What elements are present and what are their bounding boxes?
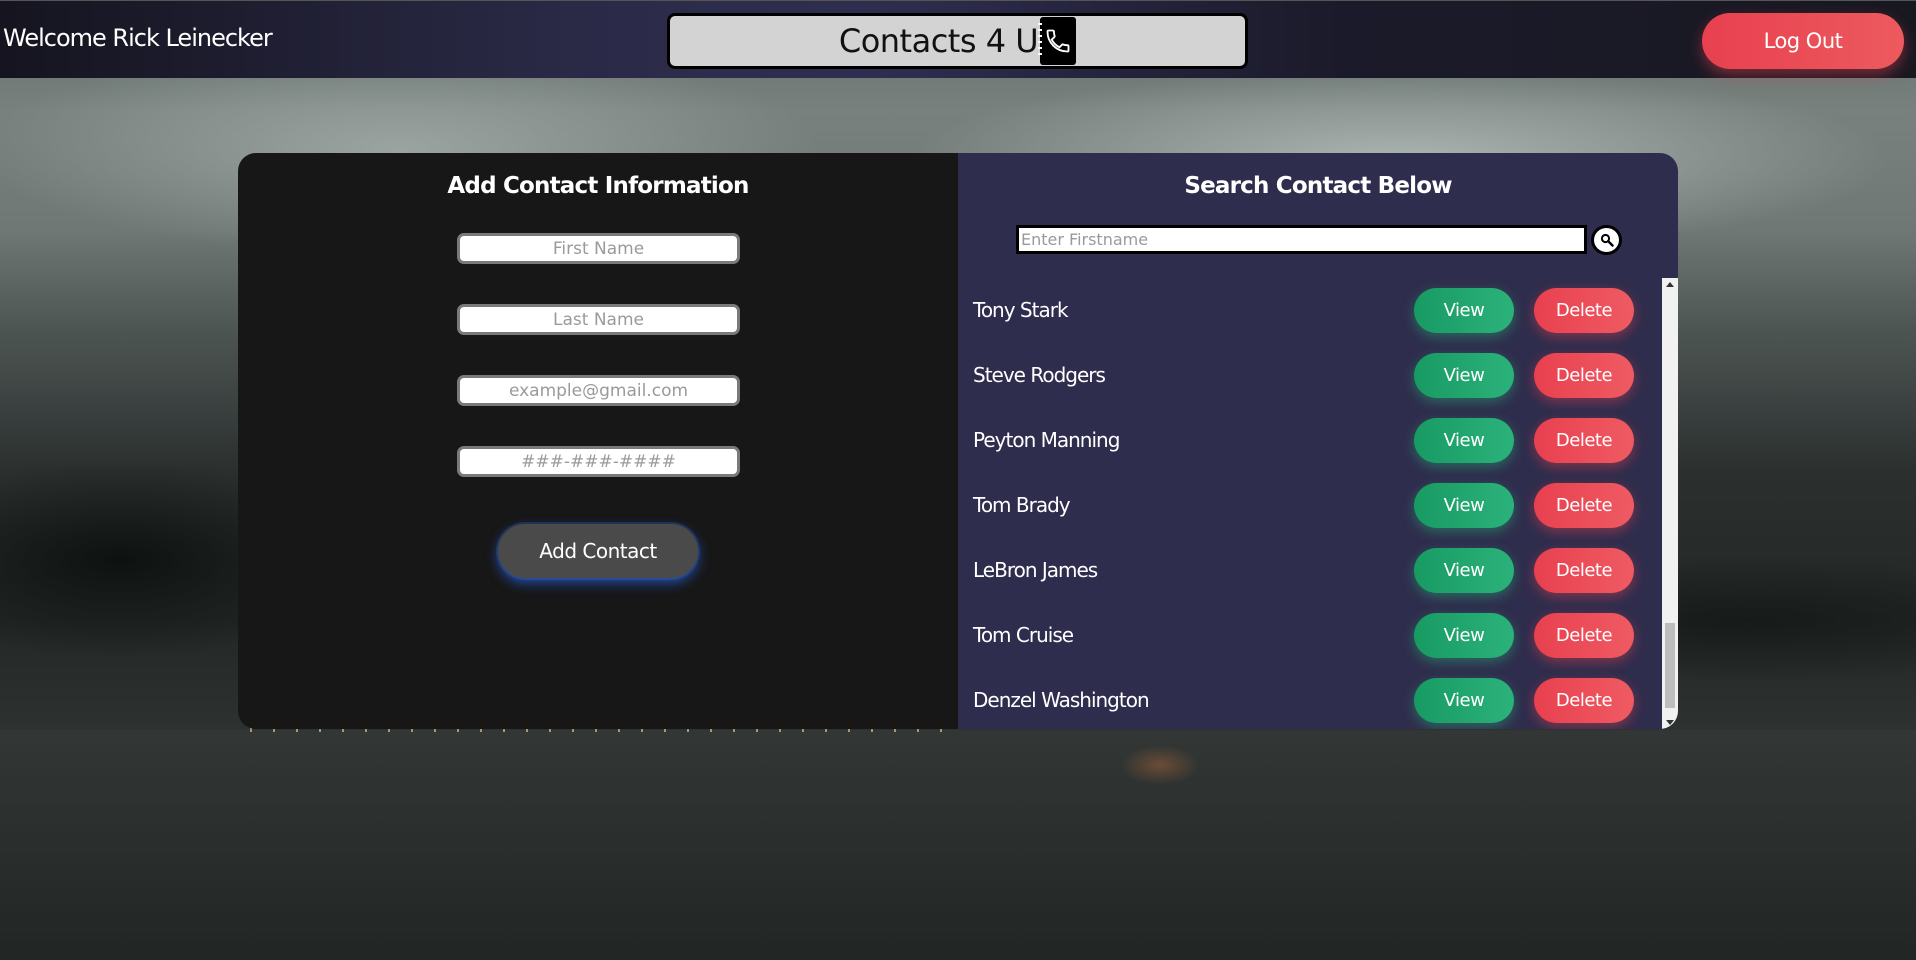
contact-name: Tom Cruise — [973, 623, 1074, 647]
contact-row: Peyton Manning View Delete — [958, 416, 1658, 464]
search-input[interactable] — [1016, 225, 1587, 254]
contact-name: LeBron James — [973, 558, 1098, 582]
delete-button[interactable]: Delete — [1534, 678, 1634, 723]
contacts-card: Add Contact Information Add Contact Sear… — [238, 153, 1678, 729]
phone-book-icon — [1038, 17, 1077, 65]
add-contact-button[interactable]: Add Contact — [498, 524, 698, 578]
contact-name: Denzel Washington — [973, 688, 1150, 712]
search-contact-title: Search Contact Below — [1184, 173, 1452, 199]
delete-button[interactable]: Delete — [1534, 613, 1634, 658]
background-light-reflection — [1120, 745, 1200, 785]
scroll-thumb[interactable] — [1665, 623, 1675, 708]
scroll-down-arrow-icon[interactable] — [1666, 720, 1674, 725]
view-button[interactable]: View — [1414, 613, 1514, 658]
contact-name: Peyton Manning — [973, 428, 1120, 452]
welcome-text: Welcome Rick Leinecker — [3, 24, 273, 52]
contact-row: Tom Cruise View Delete — [958, 611, 1658, 659]
view-button[interactable]: View — [1414, 678, 1514, 723]
view-button[interactable]: View — [1414, 548, 1514, 593]
last-name-field[interactable] — [457, 304, 740, 335]
brand-logo: Contacts 4 U — [667, 13, 1248, 69]
view-button[interactable]: View — [1414, 288, 1514, 333]
add-contact-panel: Add Contact Information Add Contact — [238, 153, 958, 729]
magnifier-icon — [1600, 233, 1614, 247]
contact-list-scrollbar[interactable] — [1662, 278, 1678, 729]
scroll-up-arrow-icon[interactable] — [1666, 282, 1674, 287]
top-bar: Welcome Rick Leinecker Contacts 4 U Log … — [0, 0, 1916, 78]
view-button[interactable]: View — [1414, 418, 1514, 463]
delete-button[interactable]: Delete — [1534, 418, 1634, 463]
search-contact-panel: Search Contact Below Tony Stark View Del… — [958, 153, 1678, 729]
brand-title: Contacts 4 U — [838, 22, 1039, 60]
view-button[interactable]: View — [1414, 483, 1514, 528]
delete-button[interactable]: Delete — [1534, 548, 1634, 593]
contact-row: Steve Rodgers View Delete — [958, 351, 1658, 399]
phone-field[interactable] — [457, 446, 740, 477]
contact-row: LeBron James View Delete — [958, 546, 1658, 594]
contact-list[interactable]: Tony Stark View Delete Steve Rodgers Vie… — [958, 278, 1678, 729]
delete-button[interactable]: Delete — [1534, 483, 1634, 528]
contact-row: Denzel Washington View Delete — [958, 676, 1658, 724]
contact-name: Tony Stark — [973, 298, 1069, 322]
background-lake — [0, 730, 1916, 960]
delete-button[interactable]: Delete — [1534, 288, 1634, 333]
contact-row: Tom Brady View Delete — [958, 481, 1658, 529]
view-button[interactable]: View — [1414, 353, 1514, 398]
email-field[interactable] — [457, 375, 740, 406]
contact-row: Tony Stark View Delete — [958, 286, 1658, 334]
contact-name: Tom Brady — [973, 493, 1071, 517]
add-contact-title: Add Contact Information — [447, 173, 749, 199]
search-button[interactable] — [1591, 225, 1622, 255]
delete-button[interactable]: Delete — [1534, 353, 1634, 398]
first-name-field[interactable] — [457, 233, 740, 264]
contact-name: Steve Rodgers — [973, 363, 1106, 387]
logout-button[interactable]: Log Out — [1702, 13, 1904, 69]
